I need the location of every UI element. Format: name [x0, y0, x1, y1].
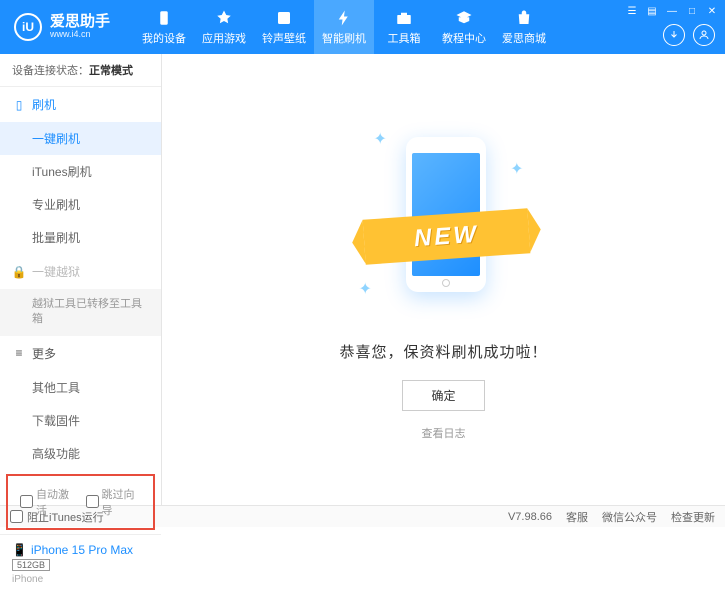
- nav-my-device[interactable]: 我的设备: [134, 0, 194, 54]
- sidebar-item-download-firmware[interactable]: 下载固件: [0, 404, 161, 437]
- device-icon: 📱: [12, 543, 27, 557]
- sidebar-section-jailbreak: 🔒 一键越狱: [0, 254, 161, 289]
- sidebar-section-flash[interactable]: ▯ 刷机: [0, 87, 161, 122]
- ok-button[interactable]: 确定: [402, 380, 484, 411]
- download-button[interactable]: [663, 24, 685, 46]
- menu-icon[interactable]: ☰: [625, 4, 639, 18]
- nav-apps-games[interactable]: 应用游戏: [194, 0, 254, 54]
- app-title: 爱思助手: [50, 14, 110, 31]
- device-status: 设备连接状态：正常模式: [0, 54, 161, 87]
- sidebar-item-itunes-flash[interactable]: iTunes刷机: [0, 155, 161, 188]
- device-storage: 512GB: [12, 559, 50, 571]
- sidebar-item-pro-flash[interactable]: 专业刷机: [0, 188, 161, 221]
- footer-link-wechat[interactable]: 微信公众号: [602, 509, 657, 525]
- device-name[interactable]: 📱 iPhone 15 Pro Max: [12, 543, 149, 557]
- sidebar: 设备连接状态：正常模式 ▯ 刷机 一键刷机 iTunes刷机 专业刷机 批量刷机…: [0, 54, 162, 505]
- main-content: ✦ ✦ ✦ NEW 恭喜您，保资料刷机成功啦！ 确定 查看日志: [162, 54, 725, 505]
- version-label: V7.98.66: [508, 511, 552, 523]
- block-itunes-checkbox[interactable]: 阻止iTunes运行: [10, 509, 104, 525]
- view-log-link[interactable]: 查看日志: [422, 425, 466, 441]
- sidebar-item-other-tools[interactable]: 其他工具: [0, 371, 161, 404]
- jailbreak-note: 越狱工具已转移至工具箱: [0, 289, 161, 336]
- nav-tutorials[interactable]: 教程中心: [434, 0, 494, 54]
- user-button[interactable]: [693, 24, 715, 46]
- device-type: iPhone: [12, 574, 149, 585]
- nav-smart-flash[interactable]: 智能刷机: [314, 0, 374, 54]
- lock-icon: 🔒: [12, 265, 26, 279]
- new-ribbon: NEW: [362, 208, 530, 264]
- footer-link-support[interactable]: 客服: [566, 509, 588, 525]
- footer-link-update[interactable]: 检查更新: [671, 509, 715, 525]
- list-icon: ≡: [12, 346, 26, 360]
- maximize-icon[interactable]: □: [685, 4, 699, 18]
- skin-icon[interactable]: ▤: [645, 4, 659, 18]
- main-nav: 我的设备 应用游戏 铃声壁纸 智能刷机 工具箱 教程中心 爱思商城: [134, 0, 554, 54]
- sidebar-item-oneclick-flash[interactable]: 一键刷机: [0, 122, 161, 155]
- app-subtitle: www.i4.cn: [50, 30, 110, 40]
- success-illustration: ✦ ✦ ✦ NEW: [344, 119, 544, 329]
- nav-store[interactable]: 爱思商城: [494, 0, 554, 54]
- sidebar-item-batch-flash[interactable]: 批量刷机: [0, 221, 161, 254]
- window-controls: ☰ ▤ — □ ✕: [625, 4, 719, 18]
- nav-ringtone-wallpaper[interactable]: 铃声壁纸: [254, 0, 314, 54]
- close-icon[interactable]: ✕: [705, 4, 719, 18]
- nav-toolbox[interactable]: 工具箱: [374, 0, 434, 54]
- device-info: 📱 iPhone 15 Pro Max 512GB iPhone: [0, 534, 161, 593]
- minimize-icon[interactable]: —: [665, 4, 679, 18]
- sidebar-section-more[interactable]: ≡ 更多: [0, 336, 161, 371]
- success-message: 恭喜您，保资料刷机成功啦！: [339, 341, 547, 362]
- phone-icon: ▯: [12, 98, 26, 112]
- sidebar-item-advanced[interactable]: 高级功能: [0, 437, 161, 470]
- app-header: iU 爱思助手 www.i4.cn 我的设备 应用游戏 铃声壁纸 智能刷机 工具…: [0, 0, 725, 54]
- logo-icon: iU: [14, 13, 42, 41]
- logo-area: iU 爱思助手 www.i4.cn: [0, 13, 124, 41]
